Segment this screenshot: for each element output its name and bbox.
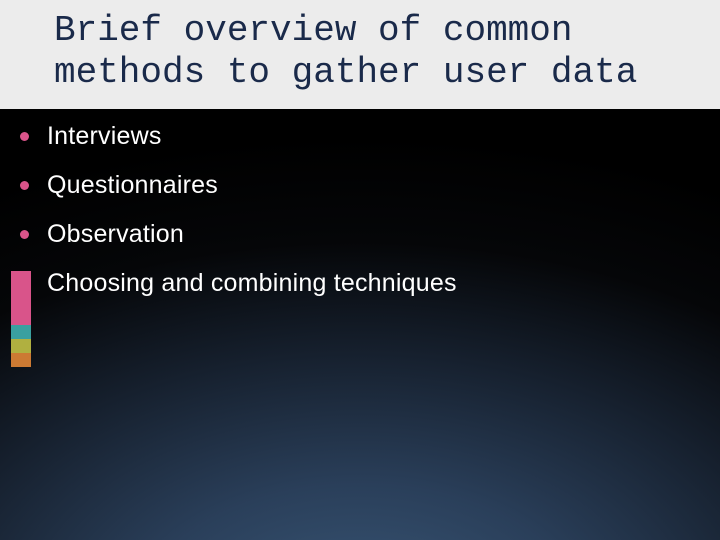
bullet-icon <box>20 279 29 288</box>
bullet-list: Interviews Questionnaires Observation Ch… <box>20 122 690 318</box>
bullet-icon <box>20 181 29 190</box>
list-item: Interviews <box>20 122 690 151</box>
list-item-text: Choosing and combining techniques <box>47 269 457 298</box>
list-item: Observation <box>20 220 690 249</box>
title-band: Brief overview of common methods to gath… <box>0 0 720 109</box>
list-item: Questionnaires <box>20 171 690 200</box>
list-item-text: Observation <box>47 220 184 249</box>
list-item: Choosing and combining techniques <box>20 269 690 298</box>
list-item-text: Questionnaires <box>47 171 218 200</box>
accent-bar-orange <box>11 353 31 367</box>
slide: Brief overview of common methods to gath… <box>0 0 720 540</box>
list-item-text: Interviews <box>47 122 162 151</box>
accent-bar-teal <box>11 325 31 339</box>
slide-title: Brief overview of common methods to gath… <box>54 10 720 95</box>
accent-bar-olive <box>11 339 31 353</box>
bullet-icon <box>20 230 29 239</box>
bullet-icon <box>20 132 29 141</box>
